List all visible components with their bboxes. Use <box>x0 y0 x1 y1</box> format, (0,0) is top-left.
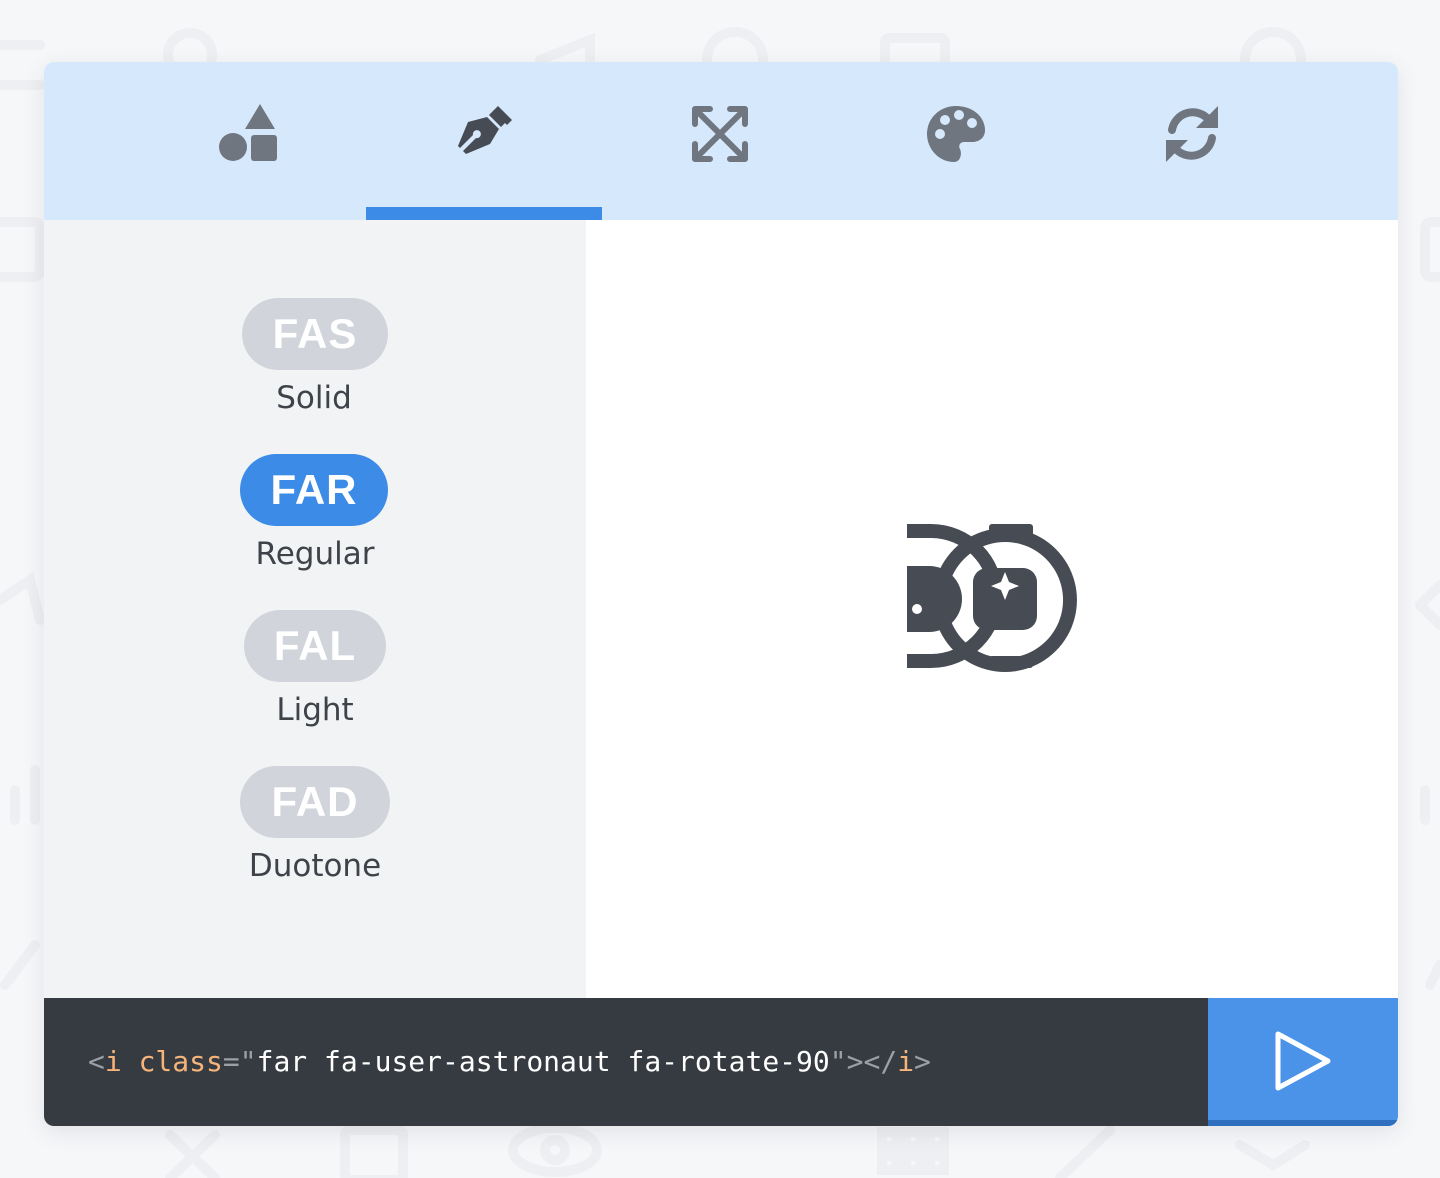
code-tag: i <box>104 1045 122 1078</box>
code-open-bracket: < <box>88 1045 105 1078</box>
style-pill-fas[interactable]: FAS <box>242 298 388 370</box>
style-pill-fal[interactable]: FAL <box>244 610 386 682</box>
style-label-duotone: Duotone <box>248 848 382 884</box>
tab-colors[interactable] <box>838 62 1074 220</box>
play-icon <box>1275 1031 1331 1091</box>
active-tab-indicator <box>366 207 602 220</box>
code-quote-close: " <box>829 1045 847 1078</box>
tab-bar <box>44 62 1398 220</box>
icon-customizer-panel: FAS Solid FAR Regular FAL Light FAD Duot… <box>44 62 1398 1126</box>
code-end-bracket: > <box>914 1045 931 1078</box>
icon-preview-area <box>586 220 1398 998</box>
code-snippet-bar: <i class="far fa-user-astronaut fa-rotat… <box>44 998 1208 1126</box>
tab-styles[interactable] <box>366 62 602 220</box>
shapes-icon <box>219 104 277 161</box>
style-label-regular: Regular <box>255 536 375 572</box>
style-sidebar: FAS Solid FAR Regular FAL Light FAD Duot… <box>44 220 586 998</box>
code-snippet[interactable]: <i class="far fa-user-astronaut fa-rotat… <box>88 1040 931 1084</box>
tab-transform[interactable] <box>602 62 838 220</box>
sync-icon <box>1166 106 1218 162</box>
code-class-value: far fa-user-astronaut fa-rotate-90 <box>256 1045 830 1078</box>
code-attr: class <box>138 1045 223 1078</box>
palette-icon <box>927 106 985 162</box>
style-label-solid: Solid <box>276 380 352 416</box>
code-quote-open: " <box>239 1045 257 1078</box>
style-pill-far[interactable]: FAR <box>240 454 388 526</box>
user-astronaut-icon <box>907 524 1077 672</box>
play-button[interactable] <box>1208 998 1398 1126</box>
tab-animate[interactable] <box>1074 62 1310 220</box>
code-end-tag: i <box>897 1045 915 1078</box>
code-close: ></ <box>846 1045 898 1078</box>
pen-fancy-icon <box>458 106 512 154</box>
code-equals: = <box>222 1045 240 1078</box>
expand-arrows-icon <box>692 106 748 162</box>
style-pill-fad[interactable]: FAD <box>240 766 390 838</box>
tab-shapes[interactable] <box>130 62 366 220</box>
style-label-light: Light <box>276 692 354 728</box>
